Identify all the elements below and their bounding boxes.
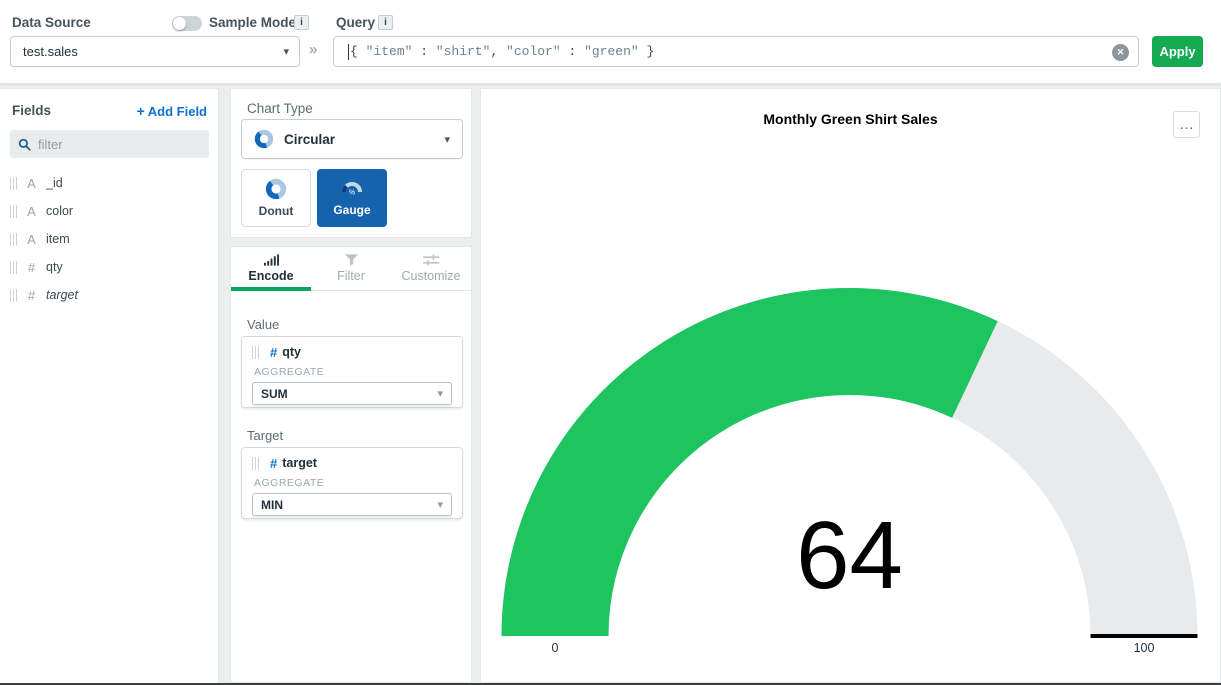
target-aggregate-select[interactable]: MIN ▾ — [252, 493, 452, 516]
tab-bar: Encode Filter Customize — [231, 247, 471, 291]
gauge-min-label: 0 — [552, 641, 559, 655]
chevrons-separator: » — [309, 41, 317, 58]
field-name: item — [46, 232, 70, 246]
text-cursor — [348, 44, 349, 60]
aggregate-label: AGGREGATE — [254, 477, 452, 489]
donut-chart-icon — [254, 129, 274, 149]
number-type-icon: # — [270, 345, 277, 360]
add-field-button[interactable]: +Add Field — [137, 103, 207, 119]
funnel-icon — [345, 254, 358, 266]
subtype-gauge-label: Gauge — [333, 203, 370, 217]
chevron-down-icon: ▾ — [444, 133, 450, 146]
tab-filter-label: Filter — [337, 269, 365, 283]
drag-handle-icon[interactable] — [10, 289, 17, 302]
number-type-icon: # — [270, 456, 277, 471]
subtype-donut-button[interactable]: Donut — [241, 169, 311, 227]
chart-type-value: Circular — [284, 132, 444, 147]
sliders-icon — [423, 254, 439, 266]
tab-customize[interactable]: Customize — [391, 247, 471, 290]
chevron-down-icon: ▾ — [437, 387, 443, 400]
number-type-icon: # — [23, 260, 40, 275]
search-icon — [18, 138, 31, 151]
chevron-down-icon: ▾ — [283, 45, 289, 58]
data-source-value: test.sales — [23, 44, 283, 59]
gauge-max-label: 100 — [1134, 641, 1155, 655]
query-label: Query — [336, 15, 375, 30]
toggle-knob — [173, 17, 186, 30]
donut-chart-icon — [265, 178, 287, 200]
data-source-select[interactable]: test.sales ▾ — [10, 36, 300, 67]
target-field-name: target — [282, 456, 317, 470]
field-row-qty[interactable]: # qty — [0, 253, 219, 281]
sample-mode-toggle[interactable] — [172, 16, 202, 31]
gauge-value-arc — [555, 342, 975, 637]
sample-mode-info-icon[interactable]: i — [294, 15, 309, 30]
add-field-label: Add Field — [148, 104, 207, 119]
subtype-donut-label: Donut — [259, 204, 294, 218]
field-name: color — [46, 204, 73, 218]
tab-filter[interactable]: Filter — [311, 247, 391, 290]
drag-handle-icon[interactable] — [10, 177, 17, 190]
chart-type-card: Chart Type Circular ▾ Donut % Gauge — [230, 88, 472, 238]
apply-button[interactable]: Apply — [1152, 36, 1203, 67]
number-type-icon: # — [23, 288, 40, 303]
value-aggregate-value: SUM — [261, 387, 437, 401]
aggregate-label: AGGREGATE — [254, 366, 452, 378]
plus-icon: + — [137, 103, 145, 119]
field-filter-box — [10, 130, 209, 158]
bar-chart-icon — [264, 254, 279, 266]
value-aggregate-select[interactable]: SUM ▾ — [252, 382, 452, 405]
gauge-value-text: 64 — [796, 502, 903, 609]
sample-mode-label: Sample Mode — [209, 15, 296, 30]
target-field[interactable]: # target — [252, 455, 452, 471]
chevron-down-icon: ▾ — [437, 498, 443, 511]
chart-subtype-row: Donut % Gauge — [241, 169, 387, 227]
query-info-icon[interactable]: i — [378, 15, 393, 30]
field-row-target[interactable]: # target — [0, 281, 219, 309]
chart-type-select[interactable]: Circular ▾ — [241, 119, 463, 159]
target-field-card: # target AGGREGATE MIN ▾ — [241, 447, 463, 519]
fields-sidebar: Fields +Add Field A_idAcolorAitem#qty#ta… — [0, 88, 219, 683]
field-row-_id[interactable]: A _id — [0, 169, 219, 197]
field-name: target — [46, 288, 78, 302]
query-text: { "item" : "shirt", "color" : "green" } — [350, 44, 654, 59]
drag-handle-icon[interactable] — [10, 233, 17, 246]
field-list: A_idAcolorAitem#qty#target — [0, 169, 219, 309]
subtype-gauge-button[interactable]: % Gauge — [317, 169, 387, 227]
data-source-label: Data Source — [12, 15, 91, 30]
string-type-icon: A — [23, 204, 40, 219]
query-input[interactable]: { "item" : "shirt", "color" : "green" } … — [333, 36, 1139, 67]
tab-encode-label: Encode — [248, 269, 293, 283]
chart-preview-panel: Monthly Green Shirt Sales … 010064 — [480, 88, 1221, 683]
field-name: qty — [46, 260, 63, 274]
string-type-icon: A — [23, 176, 40, 191]
query-bar: Data Source Sample Mode i Query i test.s… — [0, 0, 1221, 84]
tab-customize-label: Customize — [401, 269, 460, 283]
string-type-icon: A — [23, 232, 40, 247]
target-section-label: Target — [247, 428, 283, 443]
value-field[interactable]: # qty — [252, 344, 452, 360]
field-row-item[interactable]: Aitem — [0, 225, 219, 253]
svg-text:%: % — [349, 190, 355, 197]
value-field-card: # qty AGGREGATE SUM ▾ — [241, 336, 463, 408]
gauge-chart-icon: % — [340, 179, 364, 199]
gauge-chart: 0 100 64 — [481, 89, 1221, 684]
fields-title: Fields — [12, 103, 51, 118]
drag-handle-icon[interactable] — [10, 205, 17, 218]
field-name: _id — [46, 176, 63, 190]
drag-handle-icon[interactable] — [252, 346, 259, 359]
tab-encode[interactable]: Encode — [231, 247, 311, 290]
content-area: Fields +Add Field A_idAcolorAitem#qty#ta… — [0, 84, 1221, 683]
value-section-label: Value — [247, 317, 279, 332]
drag-handle-icon[interactable] — [252, 457, 259, 470]
target-aggregate-value: MIN — [261, 498, 437, 512]
field-filter-input[interactable] — [38, 137, 188, 152]
field-row-color[interactable]: Acolor — [0, 197, 219, 225]
value-field-name: qty — [282, 345, 301, 359]
encode-panel: Encode Filter Customize Value # qty AGGR… — [230, 246, 472, 683]
chart-type-label: Chart Type — [247, 101, 313, 116]
drag-handle-icon[interactable] — [10, 261, 17, 274]
clear-query-icon[interactable]: ✕ — [1112, 44, 1129, 61]
